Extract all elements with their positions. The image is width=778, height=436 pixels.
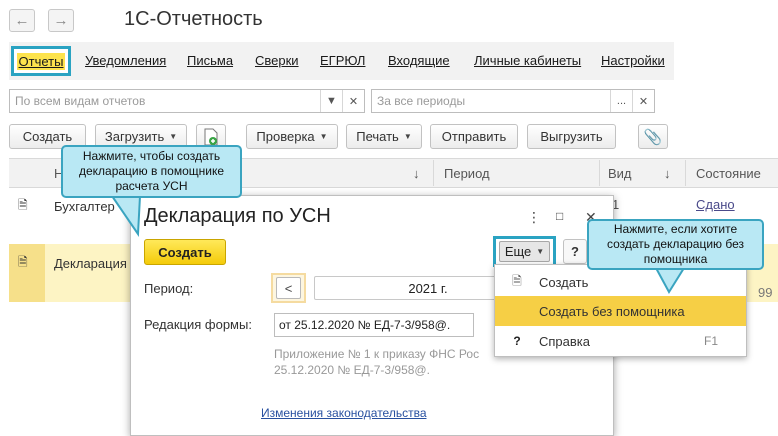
callout-left-text: Нажмите, чтобы создать декларацию в помо…: [78, 149, 225, 193]
callout-create-with-wizard: Нажмите, чтобы создать декларацию в помо…: [61, 145, 242, 198]
callout-arrows: [110, 195, 686, 294]
callout-create-without-wizard: Нажмите, если хотите создать декларацию …: [587, 219, 764, 270]
callout-right-text: Нажмите, если хотите создать декларацию …: [606, 222, 745, 266]
callout-arrow-left: [110, 195, 142, 238]
callout-arrow-right: [654, 267, 686, 294]
